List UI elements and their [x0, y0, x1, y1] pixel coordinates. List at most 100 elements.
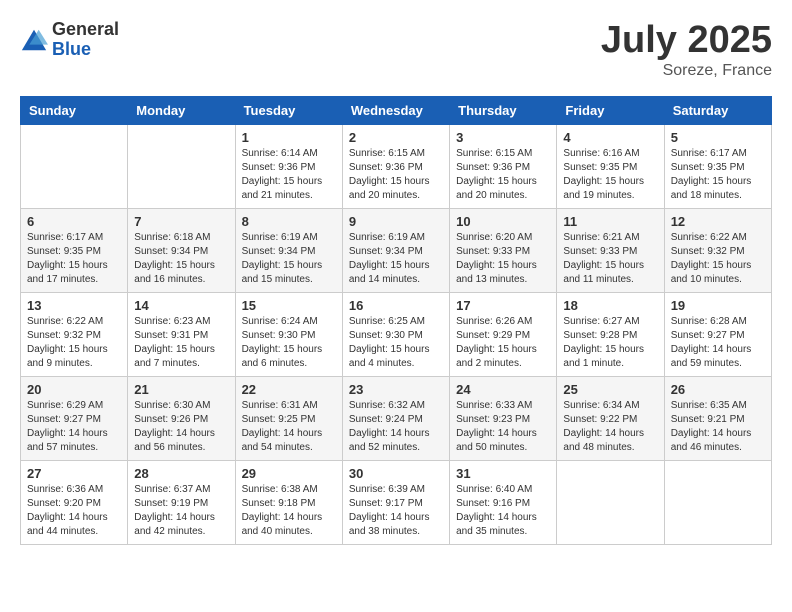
day-info: Sunrise: 6:21 AM Sunset: 9:33 PM Dayligh… — [563, 231, 657, 287]
day-cell: 24 Sunrise: 6:33 AM Sunset: 9:23 PM Dayli… — [450, 376, 557, 460]
day-info: Sunrise: 6:39 AM Sunset: 9:17 PM Dayligh… — [349, 483, 443, 539]
calendar-table: SundayMondayTuesdayWednesdayThursdayFrid… — [20, 96, 772, 545]
day-info: Sunrise: 6:17 AM Sunset: 9:35 PM Dayligh… — [671, 147, 765, 203]
day-cell: 27Sunrise: 6:36 AM Sunset: 9:20 PM Dayli… — [21, 460, 128, 544]
header-thursday: Thursday — [450, 96, 557, 124]
logo-blue: Blue — [52, 40, 119, 60]
calendar-body: 1 Sunrise: 6:14 AM Sunset: 9:36 PM Daylig… — [21, 124, 772, 544]
day-info: Sunrise: 6:22 AM Sunset: 9:32 PM Dayligh… — [671, 231, 765, 287]
day-info: Sunrise: 6:14 AM Sunset: 9:36 PM Dayligh… — [242, 147, 336, 203]
day-info: Sunrise: 6:15 AM Sunset: 9:36 PM Dayligh… — [349, 147, 443, 203]
week-row-2: 13Sunrise: 6:22 AM Sunset: 9:32 PM Dayli… — [21, 292, 772, 376]
header-friday: Friday — [557, 96, 664, 124]
header-saturday: Saturday — [664, 96, 771, 124]
day-number: 5 — [671, 130, 765, 145]
day-cell: 17Sunrise: 6:26 AM Sunset: 9:29 PM Dayli… — [450, 292, 557, 376]
week-row-0: 1 Sunrise: 6:14 AM Sunset: 9:36 PM Daylig… — [21, 124, 772, 208]
day-cell: 7 Sunrise: 6:18 AM Sunset: 9:34 PM Daylig… — [128, 208, 235, 292]
day-info: Sunrise: 6:28 AM Sunset: 9:27 PM Dayligh… — [671, 315, 765, 371]
day-cell: 12 Sunrise: 6:22 AM Sunset: 9:32 PM Dayli… — [664, 208, 771, 292]
day-info: Sunrise: 6:30 AM Sunset: 9:26 PM Dayligh… — [134, 399, 228, 455]
logo: General Blue — [20, 20, 119, 60]
day-number: 8 — [242, 214, 336, 229]
logo-general: General — [52, 20, 119, 40]
day-info: Sunrise: 6:33 AM Sunset: 9:23 PM Dayligh… — [456, 399, 550, 455]
title-block: July 2025 Soreze, France — [601, 20, 772, 80]
week-row-1: 6 Sunrise: 6:17 AM Sunset: 9:35 PM Daylig… — [21, 208, 772, 292]
day-cell: 29Sunrise: 6:38 AM Sunset: 9:18 PM Dayli… — [235, 460, 342, 544]
logo-icon — [20, 26, 48, 54]
day-number: 20 — [27, 382, 121, 397]
week-row-4: 27Sunrise: 6:36 AM Sunset: 9:20 PM Dayli… — [21, 460, 772, 544]
day-cell: 1 Sunrise: 6:14 AM Sunset: 9:36 PM Daylig… — [235, 124, 342, 208]
day-cell: 28Sunrise: 6:37 AM Sunset: 9:19 PM Dayli… — [128, 460, 235, 544]
day-number: 14 — [134, 298, 228, 313]
day-number: 10 — [456, 214, 550, 229]
day-cell: 26 Sunrise: 6:35 AM Sunset: 9:21 PM Dayli… — [664, 376, 771, 460]
day-number: 30 — [349, 466, 443, 481]
day-number: 13 — [27, 298, 121, 313]
day-cell: 11Sunrise: 6:21 AM Sunset: 9:33 PM Dayli… — [557, 208, 664, 292]
day-info: Sunrise: 6:20 AM Sunset: 9:33 PM Dayligh… — [456, 231, 550, 287]
day-info: Sunrise: 6:26 AM Sunset: 9:29 PM Dayligh… — [456, 315, 550, 371]
day-number: 27 — [27, 466, 121, 481]
day-info: Sunrise: 6:23 AM Sunset: 9:31 PM Dayligh… — [134, 315, 228, 371]
day-number: 6 — [27, 214, 121, 229]
day-cell: 19 Sunrise: 6:28 AM Sunset: 9:27 PM Dayli… — [664, 292, 771, 376]
calendar-header: SundayMondayTuesdayWednesdayThursdayFrid… — [21, 96, 772, 124]
day-info: Sunrise: 6:16 AM Sunset: 9:35 PM Dayligh… — [563, 147, 657, 203]
day-cell: 31Sunrise: 6:40 AM Sunset: 9:16 PM Dayli… — [450, 460, 557, 544]
day-number: 19 — [671, 298, 765, 313]
day-info: Sunrise: 6:31 AM Sunset: 9:25 PM Dayligh… — [242, 399, 336, 455]
day-number: 24 — [456, 382, 550, 397]
day-info: Sunrise: 6:15 AM Sunset: 9:36 PM Dayligh… — [456, 147, 550, 203]
day-cell: 30 Sunrise: 6:39 AM Sunset: 9:17 PM Dayli… — [342, 460, 449, 544]
day-number: 12 — [671, 214, 765, 229]
day-info: Sunrise: 6:25 AM Sunset: 9:30 PM Dayligh… — [349, 315, 443, 371]
day-info: Sunrise: 6:18 AM Sunset: 9:34 PM Dayligh… — [134, 231, 228, 287]
day-info: Sunrise: 6:19 AM Sunset: 9:34 PM Dayligh… — [349, 231, 443, 287]
day-number: 1 — [242, 130, 336, 145]
day-number: 7 — [134, 214, 228, 229]
day-cell: 4 Sunrise: 6:16 AM Sunset: 9:35 PM Daylig… — [557, 124, 664, 208]
day-cell: 10 Sunrise: 6:20 AM Sunset: 9:33 PM Dayli… — [450, 208, 557, 292]
day-cell — [21, 124, 128, 208]
header-sunday: Sunday — [21, 96, 128, 124]
day-number: 16 — [349, 298, 443, 313]
day-cell: 6 Sunrise: 6:17 AM Sunset: 9:35 PM Daylig… — [21, 208, 128, 292]
day-cell: 15Sunrise: 6:24 AM Sunset: 9:30 PM Dayli… — [235, 292, 342, 376]
day-cell: 16 Sunrise: 6:25 AM Sunset: 9:30 PM Dayli… — [342, 292, 449, 376]
day-number: 26 — [671, 382, 765, 397]
day-info: Sunrise: 6:32 AM Sunset: 9:24 PM Dayligh… — [349, 399, 443, 455]
day-info: Sunrise: 6:27 AM Sunset: 9:28 PM Dayligh… — [563, 315, 657, 371]
month-title: July 2025 — [601, 20, 772, 62]
day-cell: 13Sunrise: 6:22 AM Sunset: 9:32 PM Dayli… — [21, 292, 128, 376]
day-cell — [557, 460, 664, 544]
week-row-3: 20 Sunrise: 6:29 AM Sunset: 9:27 PM Dayli… — [21, 376, 772, 460]
day-info: Sunrise: 6:34 AM Sunset: 9:22 PM Dayligh… — [563, 399, 657, 455]
day-info: Sunrise: 6:35 AM Sunset: 9:21 PM Dayligh… — [671, 399, 765, 455]
day-cell: 5 Sunrise: 6:17 AM Sunset: 9:35 PM Daylig… — [664, 124, 771, 208]
header-tuesday: Tuesday — [235, 96, 342, 124]
day-cell: 3 Sunrise: 6:15 AM Sunset: 9:36 PM Daylig… — [450, 124, 557, 208]
header-monday: Monday — [128, 96, 235, 124]
day-number: 23 — [349, 382, 443, 397]
day-number: 4 — [563, 130, 657, 145]
day-number: 29 — [242, 466, 336, 481]
day-info: Sunrise: 6:19 AM Sunset: 9:34 PM Dayligh… — [242, 231, 336, 287]
page-header: General Blue July 2025 Soreze, France — [20, 20, 772, 80]
day-cell: 23 Sunrise: 6:32 AM Sunset: 9:24 PM Dayli… — [342, 376, 449, 460]
day-info: Sunrise: 6:17 AM Sunset: 9:35 PM Dayligh… — [27, 231, 121, 287]
day-number: 3 — [456, 130, 550, 145]
day-number: 21 — [134, 382, 228, 397]
day-info: Sunrise: 6:29 AM Sunset: 9:27 PM Dayligh… — [27, 399, 121, 455]
day-cell: 22Sunrise: 6:31 AM Sunset: 9:25 PM Dayli… — [235, 376, 342, 460]
day-cell — [664, 460, 771, 544]
day-cell: 18 Sunrise: 6:27 AM Sunset: 9:28 PM Dayli… — [557, 292, 664, 376]
day-number: 2 — [349, 130, 443, 145]
day-cell: 9Sunrise: 6:19 AM Sunset: 9:34 PM Daylig… — [342, 208, 449, 292]
day-number: 18 — [563, 298, 657, 313]
day-cell — [128, 124, 235, 208]
day-cell: 21 Sunrise: 6:30 AM Sunset: 9:26 PM Dayli… — [128, 376, 235, 460]
logo-text: General Blue — [52, 20, 119, 60]
